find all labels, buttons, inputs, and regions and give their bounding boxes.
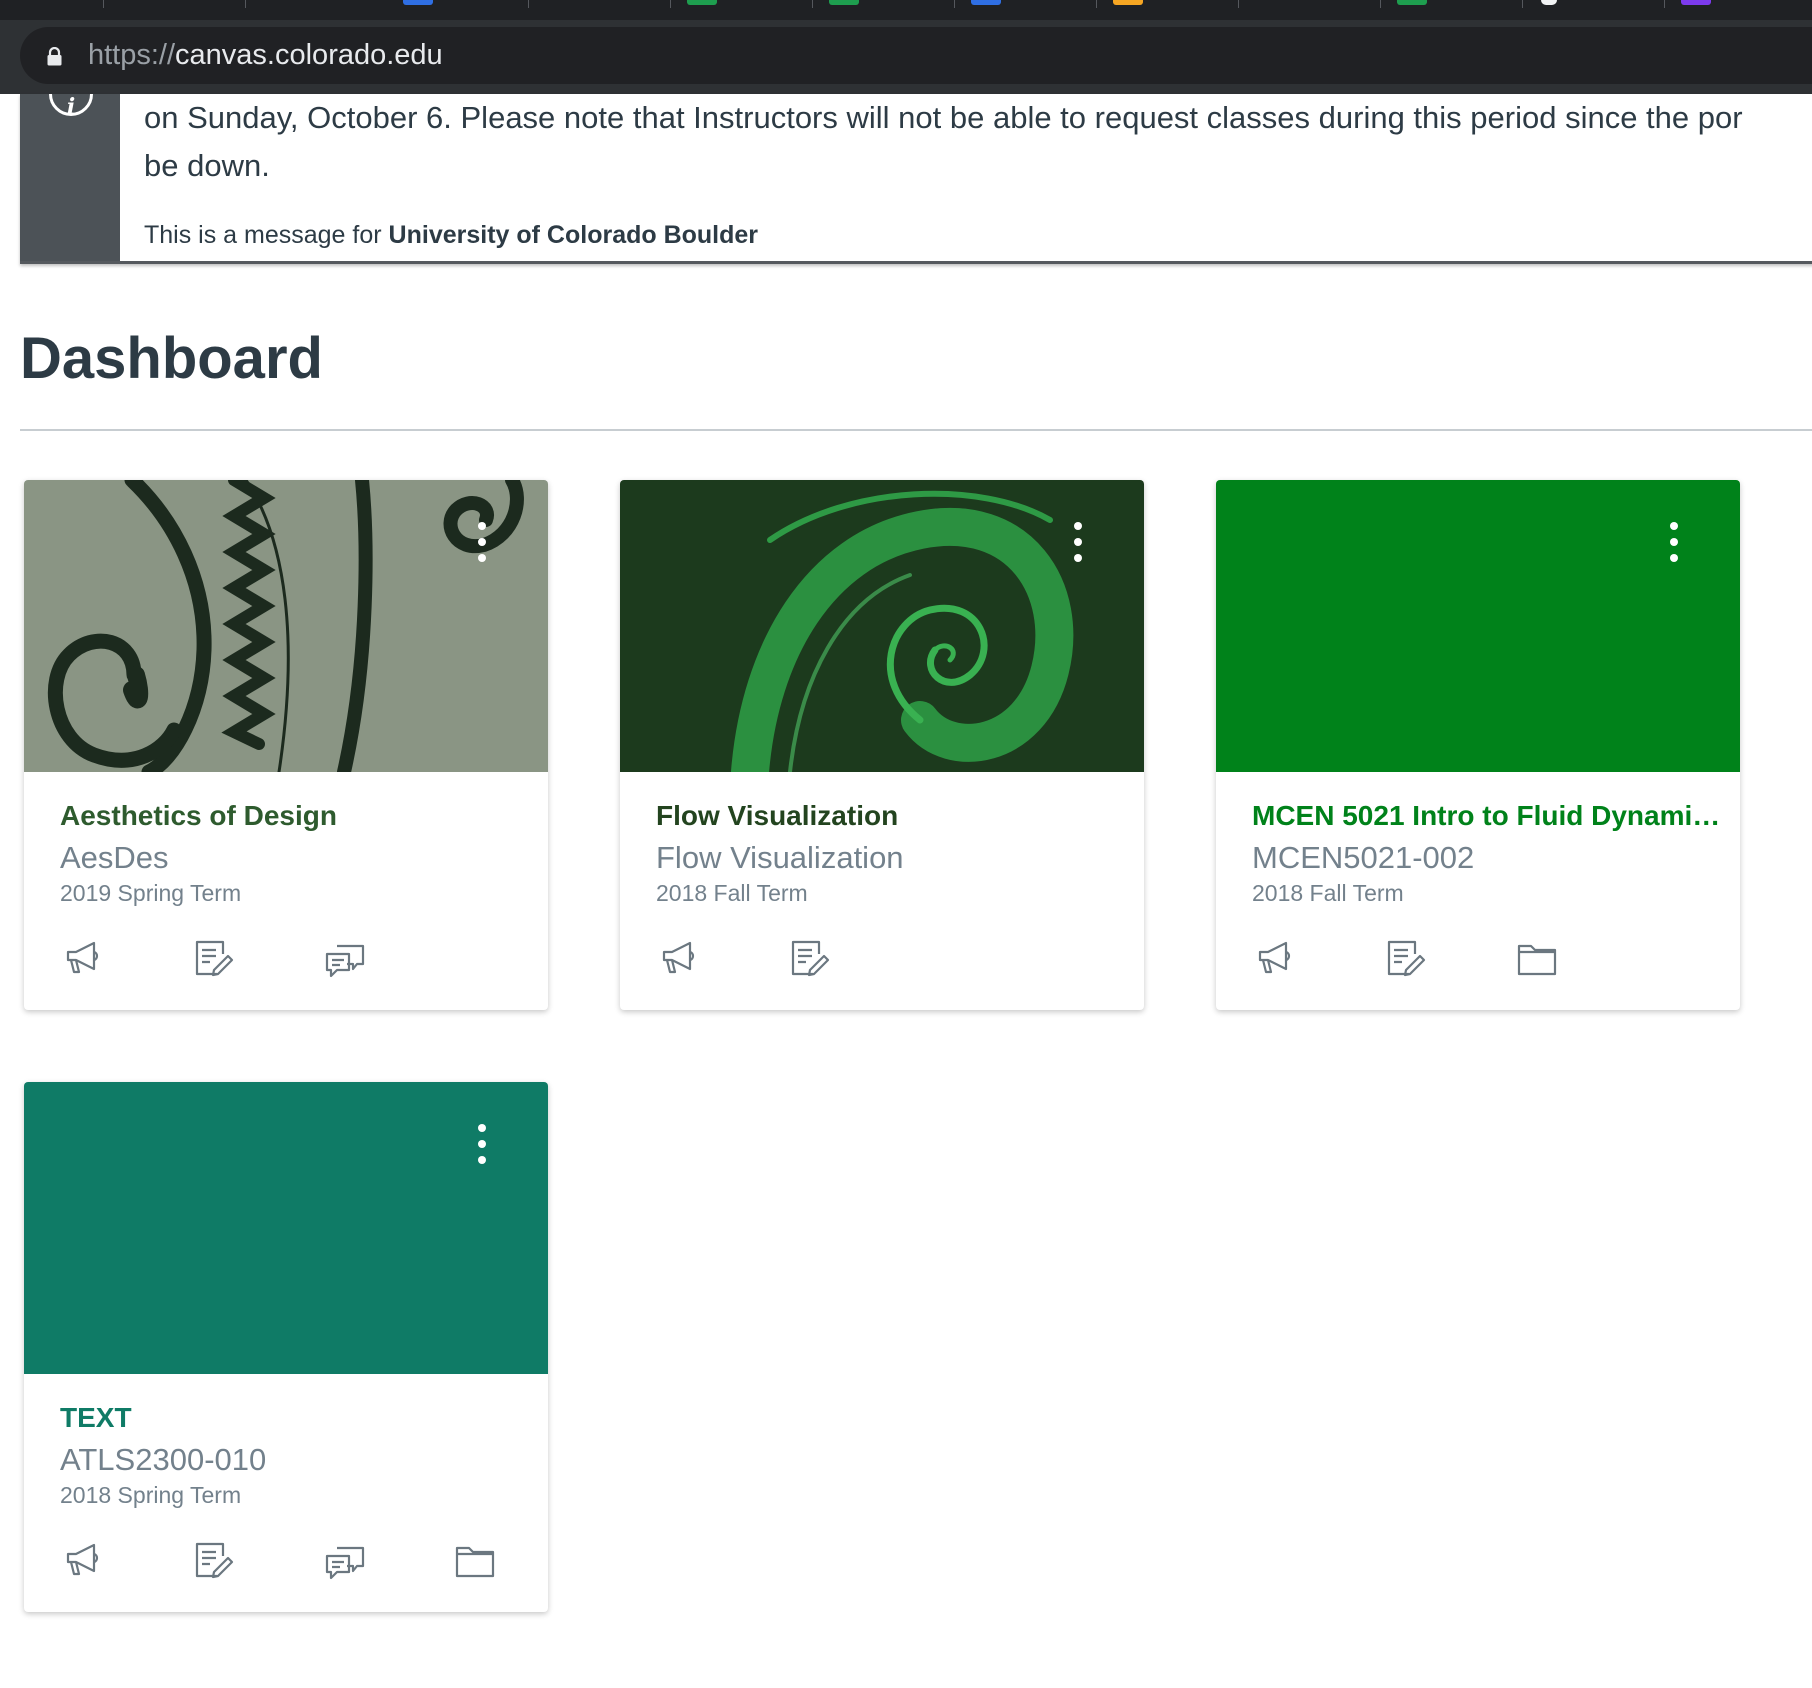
course-card-title[interactable]: Flow Visualization: [656, 800, 1126, 832]
tab-separator: [954, 0, 955, 8]
tab-separator: [1380, 0, 1381, 8]
course-card[interactable]: Aesthetics of Design AesDes 2019 Spring …: [24, 480, 548, 1010]
announcement-audience: This is a message for University of Colo…: [144, 221, 758, 250]
tab-favicon[interactable]: [829, 0, 859, 5]
announcement-sidebar: i: [20, 94, 120, 261]
announcement-line: be down.: [144, 148, 270, 183]
course-card[interactable]: TEXT ATLS2300-010 2018 Spring Term: [24, 1082, 548, 1612]
card-options-menu[interactable]: [470, 1118, 494, 1170]
course-card-actions: [60, 1538, 530, 1588]
course-card-title[interactable]: MCEN 5021 Intro to Fluid Dynamics: [1252, 800, 1722, 832]
address-url[interactable]: https://canvas.colorado.edu: [88, 39, 443, 72]
tab-favicon[interactable]: [971, 0, 1001, 5]
url-host: canvas.colorado.edu: [175, 39, 443, 71]
assignments-icon[interactable]: [190, 1538, 234, 1582]
course-card-code[interactable]: Flow Visualization: [656, 840, 904, 876]
svg-text:i: i: [67, 94, 75, 120]
card-options-menu[interactable]: [1066, 516, 1090, 568]
course-card-hero[interactable]: [24, 480, 548, 772]
tab-favicon[interactable]: [687, 0, 717, 5]
header-divider: [20, 429, 1812, 431]
tab-separator: [812, 0, 813, 8]
course-card-title[interactable]: TEXT: [60, 1402, 530, 1434]
course-card-term: 2019 Spring Term: [60, 880, 242, 906]
assignments-icon[interactable]: [190, 936, 234, 980]
card-options-menu[interactable]: [1662, 516, 1686, 568]
tab-favicon[interactable]: [403, 0, 433, 5]
course-card-term: 2018 Fall Term: [656, 880, 808, 906]
course-card-code[interactable]: ATLS2300-010: [60, 1442, 266, 1478]
announcement-audience-org: University of Colorado Boulder: [388, 221, 759, 249]
tab-separator: [103, 0, 104, 8]
files-icon[interactable]: [1515, 936, 1559, 980]
course-card-hero[interactable]: [620, 480, 1144, 772]
tab-separator: [1238, 0, 1239, 8]
course-card-term: 2018 Fall Term: [1252, 880, 1404, 906]
course-card-hero[interactable]: [24, 1082, 548, 1374]
tab-favicon[interactable]: [1397, 0, 1427, 5]
discussions-icon[interactable]: [323, 1538, 367, 1582]
info-icon: i: [49, 94, 93, 120]
assignments-icon[interactable]: [786, 936, 830, 980]
course-card-title[interactable]: Aesthetics of Design: [60, 800, 530, 832]
tab-separator: [1096, 0, 1097, 8]
announcements-icon[interactable]: [1252, 936, 1296, 980]
tab-favicon[interactable]: [1681, 0, 1711, 5]
course-card-actions: [60, 936, 530, 986]
url-scheme: https: [88, 39, 151, 71]
course-card[interactable]: Flow Visualization Flow Visualization 20…: [620, 480, 1144, 1010]
course-card[interactable]: MCEN 5021 Intro to Fluid Dynamics MCEN50…: [1216, 480, 1740, 1010]
announcements-icon[interactable]: [60, 1538, 104, 1582]
tab-favicon[interactable]: [1541, 0, 1557, 5]
tab-separator: [245, 0, 246, 8]
announcement-audience-prefix: This is a message for: [144, 221, 382, 249]
announcements-icon[interactable]: [60, 936, 104, 980]
global-announcement: i on Sunday, October 6. Please note that…: [20, 94, 1812, 264]
tab-separator: [528, 0, 529, 8]
page-title: Dashboard: [20, 326, 323, 391]
course-card-code[interactable]: AesDes: [60, 840, 169, 876]
announcement-message: on Sunday, October 6. Please note that I…: [144, 94, 1812, 190]
course-card-code[interactable]: MCEN5021-002: [1252, 840, 1474, 876]
files-icon[interactable]: [453, 1538, 497, 1582]
browser-toolbar: https://canvas.colorado.edu: [0, 20, 1812, 94]
announcement-line: on Sunday, October 6. Please note that I…: [144, 100, 1743, 135]
tab-separator: [1664, 0, 1665, 8]
browser-tab-strip: [0, 0, 1812, 20]
discussions-icon[interactable]: [323, 936, 367, 980]
course-card-term: 2018 Spring Term: [60, 1482, 242, 1508]
course-card-hero[interactable]: [1216, 480, 1740, 772]
tab-separator: [670, 0, 671, 8]
course-card-actions: [656, 936, 1126, 986]
course-card-actions: [1252, 936, 1722, 986]
announcements-icon[interactable]: [656, 936, 700, 980]
assignments-icon[interactable]: [1382, 936, 1426, 980]
tab-favicon[interactable]: [1113, 0, 1143, 5]
card-options-menu[interactable]: [470, 516, 494, 568]
lock-icon[interactable]: [46, 47, 63, 66]
tab-separator: [1522, 0, 1523, 8]
